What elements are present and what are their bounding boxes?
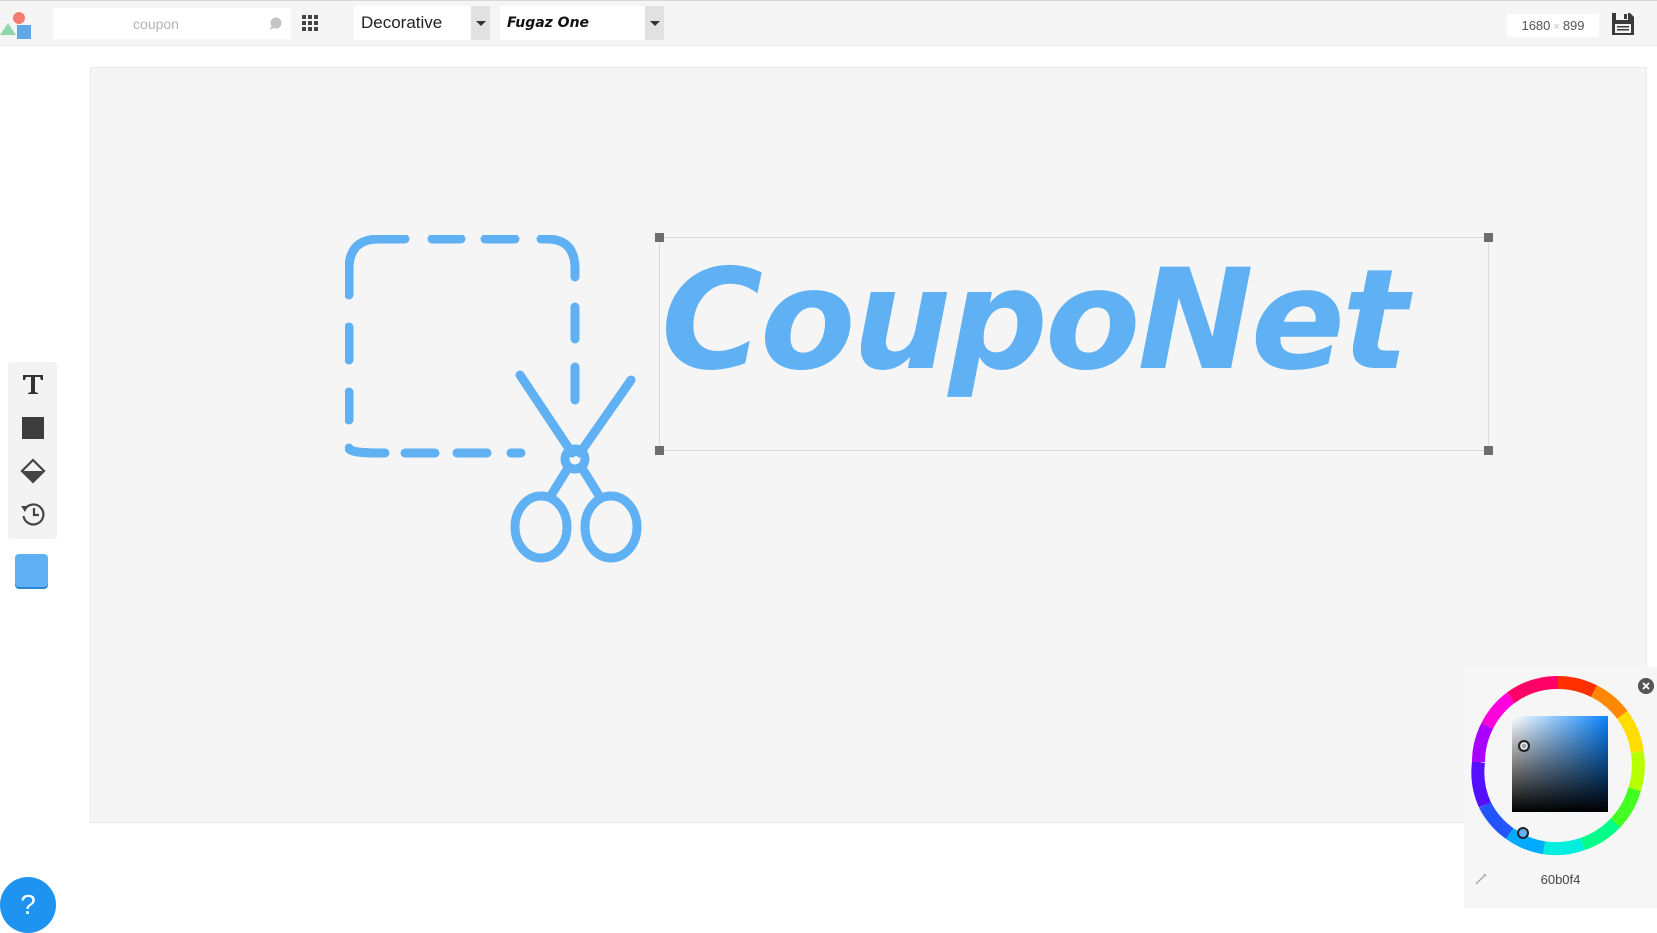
- font-category-select[interactable]: Decorative: [354, 6, 490, 40]
- help-label: ?: [20, 889, 36, 920]
- shape-icon[interactable]: [19, 414, 47, 442]
- history-icon[interactable]: [19, 500, 47, 528]
- search-box: [53, 8, 291, 39]
- top-toolbar: Decorative Fugaz One 1680×899: [0, 0, 1657, 46]
- text-icon[interactable]: [19, 370, 47, 398]
- resize-handle-bottom-right[interactable]: [1484, 446, 1493, 455]
- color-wheel[interactable]: [1470, 674, 1646, 862]
- font-category-value: Decorative: [361, 13, 443, 32]
- canvas-height[interactable]: 899: [1563, 18, 1585, 33]
- grid-icon[interactable]: [300, 13, 320, 33]
- search-input[interactable]: [53, 8, 259, 39]
- font-family-select[interactable]: Fugaz One: [500, 6, 664, 40]
- left-toolbar: [8, 362, 57, 539]
- color-picker-panel: 60b0f4: [1464, 667, 1657, 908]
- app-logo-icon[interactable]: [0, 9, 34, 41]
- canvas-width[interactable]: 1680: [1521, 18, 1550, 33]
- logo-text[interactable]: CoupoNet: [661, 251, 1409, 390]
- save-icon[interactable]: [1610, 11, 1636, 37]
- search-icon[interactable]: [267, 16, 283, 32]
- times-icon: ×: [1553, 21, 1560, 33]
- design-canvas[interactable]: CoupoNet: [90, 67, 1647, 823]
- resize-handle-bottom-left[interactable]: [655, 446, 664, 455]
- help-button[interactable]: ?: [0, 877, 56, 933]
- fill-icon[interactable]: [19, 457, 47, 485]
- chevron-down-icon[interactable]: [645, 6, 664, 40]
- color-hex-value[interactable]: 60b0f4: [1464, 872, 1657, 887]
- coupon-scissors-icon[interactable]: [345, 235, 655, 565]
- canvas-dimensions[interactable]: 1680 × 899: [1507, 14, 1599, 37]
- current-color-swatch[interactable]: [15, 554, 48, 587]
- close-icon[interactable]: [1638, 678, 1654, 694]
- resize-handle-top-right[interactable]: [1484, 233, 1493, 242]
- chevron-down-icon[interactable]: [471, 6, 490, 40]
- font-family-value: Fugaz One: [507, 15, 590, 31]
